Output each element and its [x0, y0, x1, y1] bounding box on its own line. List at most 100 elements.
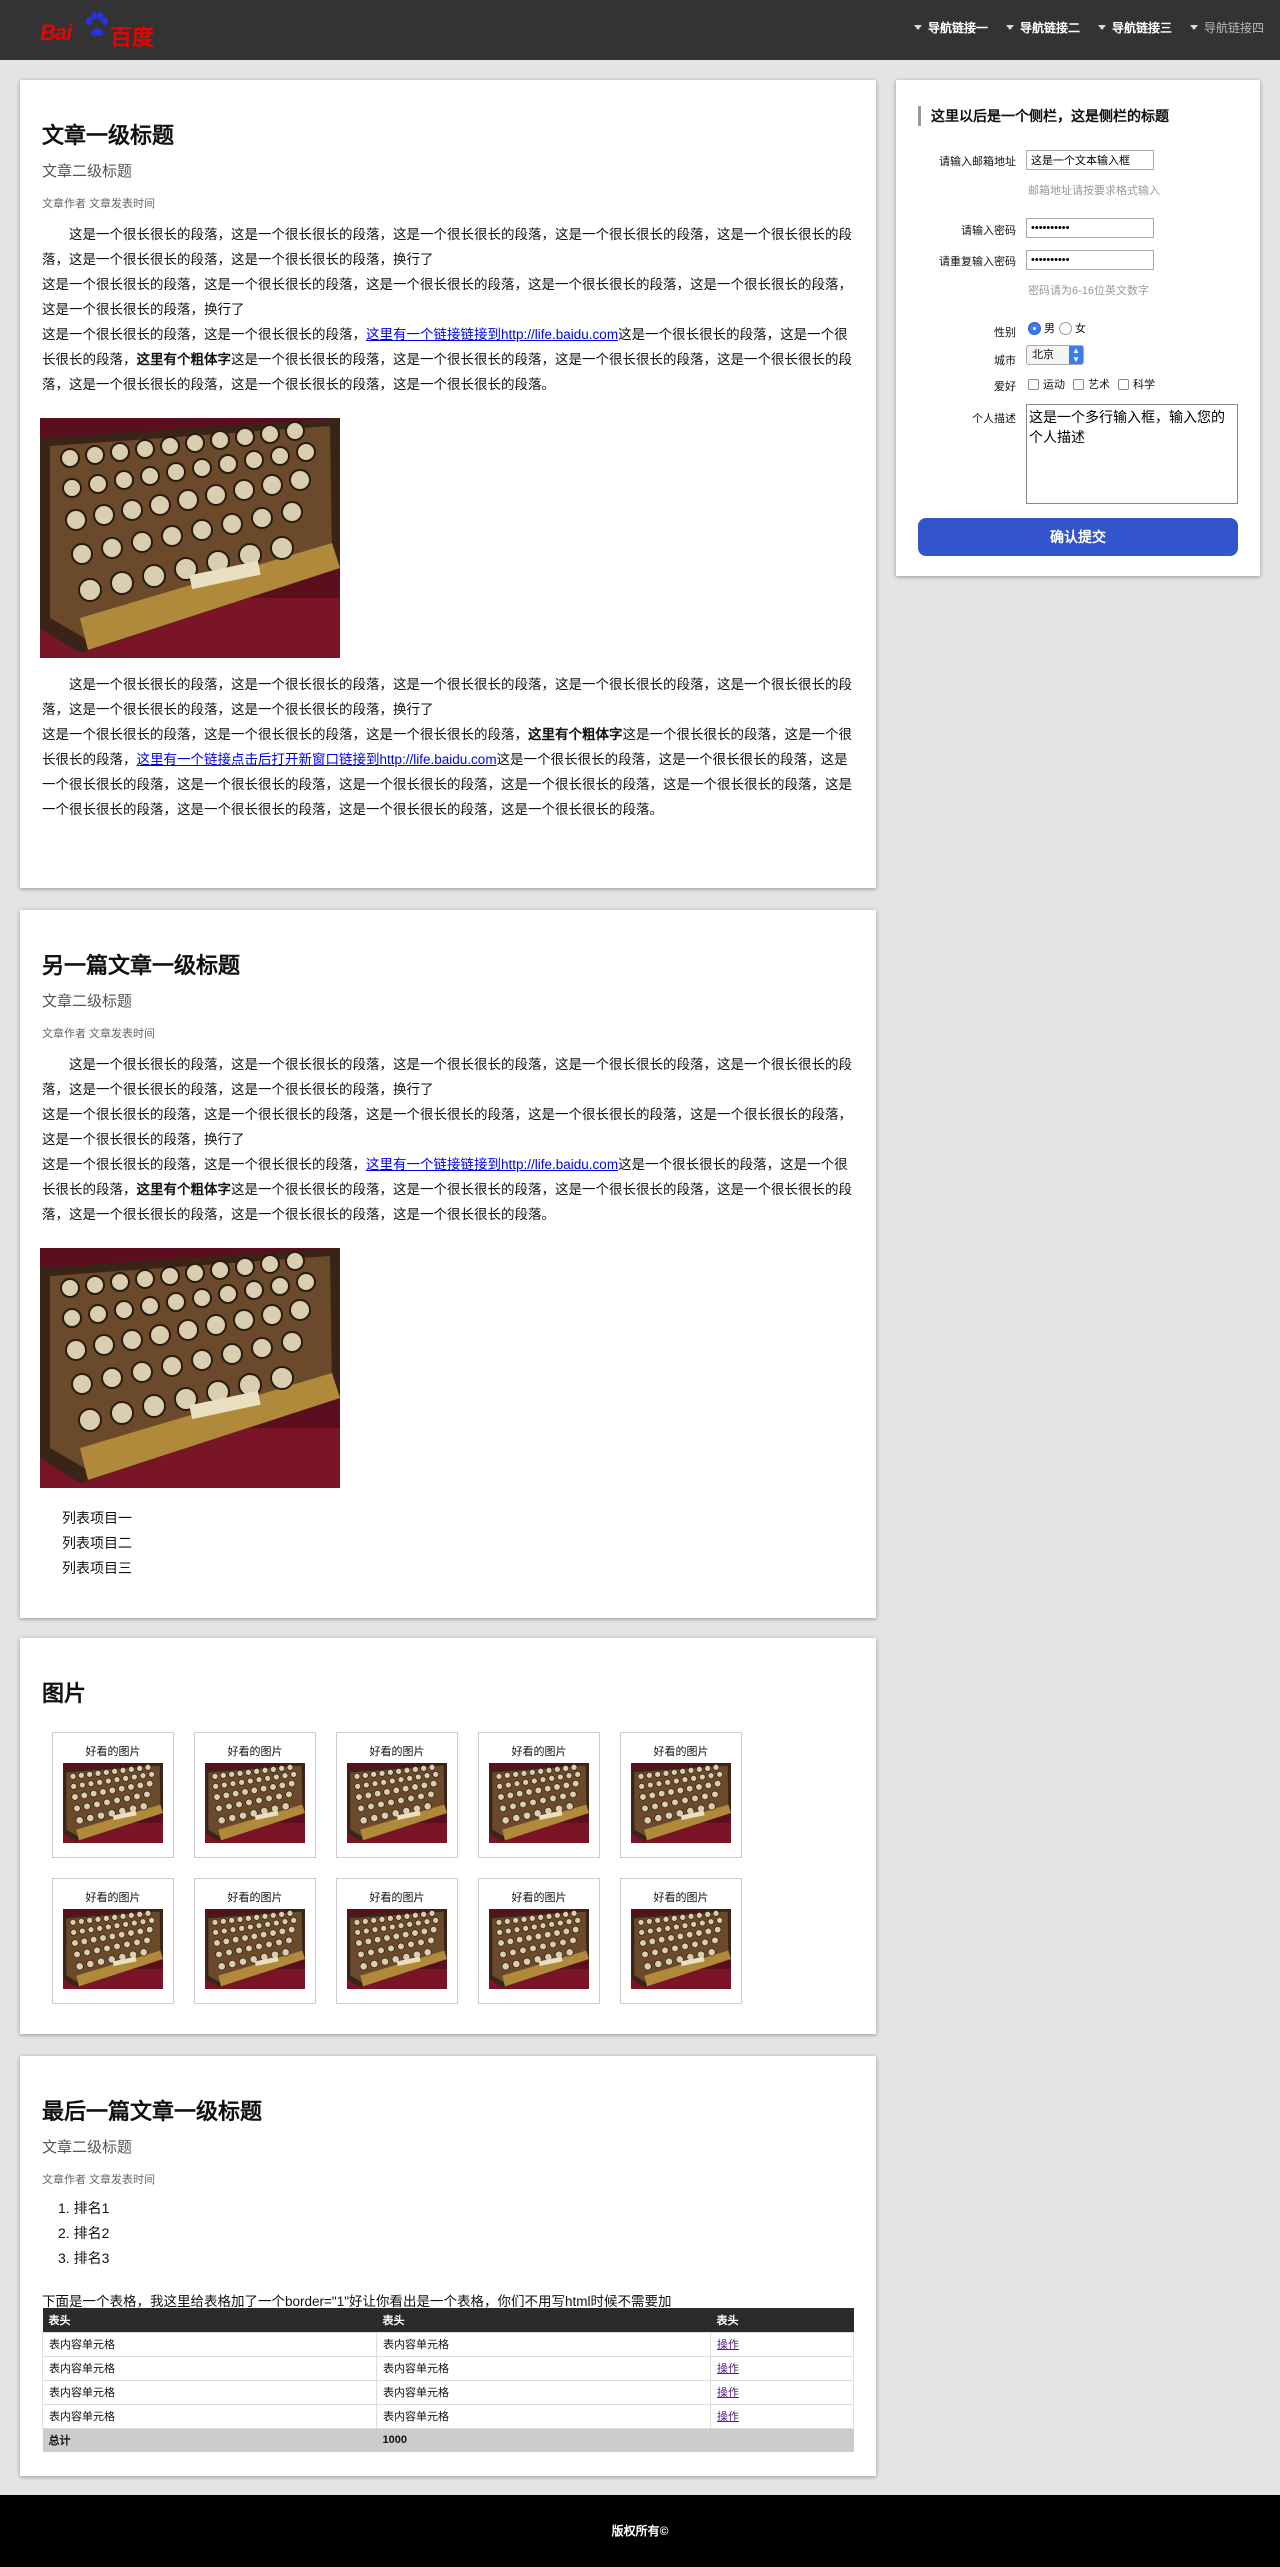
table-cell: 操作: [710, 2379, 854, 2405]
password-field[interactable]: [1026, 218, 1154, 238]
table-row: 表内容单元格 表内容单元格 操作: [42, 2331, 854, 2357]
gallery-caption: 好看的图片: [85, 1746, 141, 1758]
gallery-item[interactable]: 好看的图片: [194, 1732, 316, 1858]
gallery-item[interactable]: 好看的图片: [52, 1878, 174, 2004]
list-item: 列表项目三: [62, 1560, 132, 1576]
table-cell: 表内容单元格: [376, 2379, 711, 2405]
list-item-label: 排名2: [73, 2225, 110, 2241]
gallery-thumbnail: [205, 1909, 305, 1989]
article-link-new-window[interactable]: 这里有一个链接点击后打开新窗口链接到http://life.baidu.com: [137, 752, 497, 767]
table-header-row: 表头 表头 表头: [42, 2308, 854, 2332]
radio-male[interactable]: [1028, 321, 1041, 335]
gallery-caption: 好看的图片: [511, 1892, 567, 1904]
nav-link-3[interactable]: 导航链接三: [1097, 19, 1172, 36]
description-textarea[interactable]: 这是一个多行输入框，输入您的个人描述: [1026, 404, 1238, 504]
article-subtitle: 文章二级标题: [42, 2139, 133, 2156]
paragraph: 这是一个很长很长的段落，这是一个很长很长的段落，这是一个很长很长的段落，这是一个…: [42, 1107, 852, 1147]
gallery-item[interactable]: 好看的图片: [52, 1732, 174, 1858]
gender-radio-group: 男 女: [1028, 320, 1086, 336]
nav-link-label: 导航链接四: [1203, 21, 1264, 35]
city-label: 城市: [994, 355, 1016, 367]
gender-label: 性别: [994, 327, 1016, 339]
gallery-caption: 好看的图片: [227, 1892, 283, 1904]
password-label: 请输入密码: [961, 225, 1016, 237]
paragraph: 这是一个很长很长的段落，这是一个很长很长的段落，这里有一个链接链接到http:/…: [42, 1152, 854, 1227]
password-hint: 密码请为6-16位英文数字: [1028, 285, 1150, 297]
list-number: 3.: [58, 2250, 74, 2266]
gallery-item[interactable]: 好看的图片: [620, 1732, 742, 1858]
paragraph: 这是一个很长很长的段落，这是一个很长很长的段落，这是一个很长很长的段落，这是一个…: [42, 1057, 852, 1097]
city-select[interactable]: 北京 ▲ ▼: [1026, 345, 1084, 365]
article-card-3: 最后一篇文章一级标题 文章二级标题 文章作者 文章发表时间 1. 排名1 2. …: [20, 2056, 876, 2476]
paragraph: 这是一个很长很长的段落，这是一个很长很长的段落，这是一个很长很长的段落，这是一个…: [42, 677, 852, 717]
gallery-thumbnail: [631, 1909, 731, 1989]
bold-text: 这里有个粗体字: [136, 1182, 232, 1197]
dropdown-arrow-icon: [1189, 25, 1198, 30]
sidebar-card: 这里以后是一个侧栏，这是侧栏的标题 请输入邮箱地址 邮箱地址请按要求格式输入 请…: [896, 80, 1260, 576]
gallery-item[interactable]: 好看的图片: [478, 1732, 600, 1858]
gallery-item[interactable]: 好看的图片: [194, 1878, 316, 2004]
article-meta: 文章作者 文章发表时间: [42, 2174, 156, 2186]
text: 这是一个很长很长的段落，这是一个很长很长的段落，这是一个很长很长的段落，: [42, 727, 528, 742]
table-cell: 表内容单元格: [42, 2403, 377, 2429]
table-cell: 表内容单元格: [42, 2379, 377, 2405]
radio-female[interactable]: [1059, 321, 1072, 335]
gallery-thumbnail: [489, 1909, 589, 1989]
gallery-item[interactable]: 好看的图片: [336, 1732, 458, 1858]
footer: 版权所有©: [0, 2495, 1280, 2567]
nav-link-4[interactable]: 导航链接四: [1189, 19, 1264, 36]
article-link[interactable]: 这里有一个链接链接到http://life.baidu.com: [366, 1157, 618, 1172]
submit-button[interactable]: 确认提交: [918, 518, 1238, 556]
gallery-thumbnail: [631, 1763, 731, 1843]
ranked-list: 1. 排名1 2. 排名2 3. 排名3: [58, 2196, 109, 2271]
nav-link-label: 导航链接二: [1019, 21, 1080, 35]
action-link[interactable]: 操作: [717, 2387, 739, 2399]
action-link[interactable]: 操作: [717, 2411, 739, 2423]
baidu-logo[interactable]: Bai 百度: [40, 12, 160, 50]
article-meta: 文章作者 文章发表时间: [42, 1028, 156, 1040]
email-hint: 邮箱地址请按要求格式输入: [1028, 185, 1160, 197]
nav-link-1[interactable]: 导航链接一: [913, 19, 988, 36]
checkbox-science[interactable]: [1118, 378, 1129, 390]
list-item-label: 排名1: [73, 2200, 110, 2216]
password-repeat-field[interactable]: [1026, 250, 1154, 270]
paragraph: 这是一个很长很长的段落，这是一个很长很长的段落，这是一个很长很长的段落，这里有个…: [42, 722, 854, 822]
text: 这是一个很长很长的段落，这是一个很长很长的段落，: [42, 1157, 366, 1172]
checkbox-science-label: 科学: [1133, 379, 1155, 391]
email-field[interactable]: [1026, 150, 1154, 170]
copyright-text: 版权所有©: [611, 2524, 669, 2538]
gallery-item[interactable]: 好看的图片: [620, 1878, 742, 2004]
gallery-thumbnail: [347, 1763, 447, 1843]
hobby-checkbox-group: 运动 艺术 科学: [1028, 376, 1155, 392]
submit-button-label: 确认提交: [1050, 529, 1106, 545]
table-row: 表内容单元格 表内容单元格 操作: [42, 2379, 854, 2405]
gallery-caption: 好看的图片: [511, 1746, 567, 1758]
nav-link-label: 导航链接三: [1111, 21, 1172, 35]
article-subtitle: 文章二级标题: [42, 993, 133, 1010]
checkbox-art-label: 艺术: [1088, 379, 1110, 391]
table-cell: 表内容单元格: [42, 2355, 377, 2381]
bold-text: 这里有个粗体字: [528, 727, 623, 742]
list-item: 3. 排名3: [58, 2246, 109, 2271]
gallery-item[interactable]: 好看的图片: [336, 1878, 458, 2004]
bold-text: 这里有个粗体字: [136, 352, 232, 367]
gallery-caption: 好看的图片: [85, 1892, 141, 1904]
article-body: 这是一个很长很长的段落，这是一个很长很长的段落，这是一个很长很长的段落，这是一个…: [42, 1052, 854, 1227]
checkbox-art[interactable]: [1073, 378, 1084, 390]
action-link[interactable]: 操作: [717, 2363, 739, 2375]
checkbox-sport[interactable]: [1028, 378, 1039, 390]
nav-link-2[interactable]: 导航链接二: [1005, 19, 1080, 36]
table-cell: 表内容单元格: [42, 2331, 377, 2357]
gallery-thumbnail: [63, 1909, 163, 1989]
table-intro: 下面是一个表格，我这里给表格加了一个border="1"好让你看出是一个表格，你…: [42, 2294, 672, 2309]
list-item: 列表项目二: [62, 1535, 132, 1551]
city-select-value: 北京: [1032, 349, 1054, 361]
table-cell: 操作: [710, 2355, 854, 2381]
table-header: 表头: [710, 2308, 854, 2332]
action-link[interactable]: 操作: [717, 2339, 739, 2351]
list-item: 2. 排名2: [58, 2221, 109, 2246]
gallery-title: 图片: [42, 1681, 87, 1706]
article-link[interactable]: 这里有一个链接链接到http://life.baidu.com: [366, 327, 618, 342]
table-cell: 操作: [710, 2331, 854, 2357]
gallery-item[interactable]: 好看的图片: [478, 1878, 600, 2004]
